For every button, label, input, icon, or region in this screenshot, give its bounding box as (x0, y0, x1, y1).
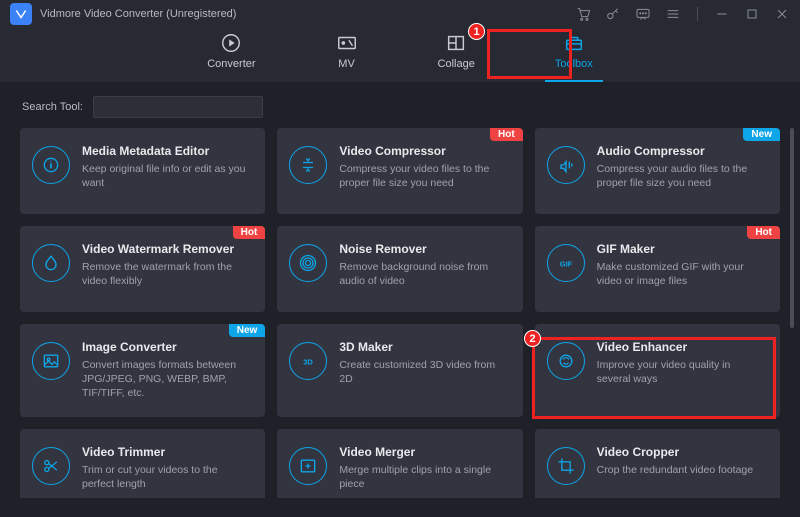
search-input[interactable] (93, 96, 263, 118)
svg-text:GIF: GIF (559, 259, 572, 268)
hot-badge: Hot (233, 226, 266, 239)
tool-title: Video Cropper (597, 445, 766, 459)
tab-converter[interactable]: Converter (197, 28, 265, 76)
tool-card-audio-compress[interactable]: New Audio Compressor Compress your audio… (535, 128, 780, 214)
tool-description: Make customized GIF with your video or i… (597, 260, 766, 288)
svg-text:3D: 3D (304, 357, 314, 366)
tool-description: Merge multiple clips into a single piece (339, 463, 508, 491)
tool-description: Improve your video quality in several wa… (597, 358, 766, 386)
merge-icon (289, 447, 327, 485)
tool-title: Image Converter (82, 340, 251, 354)
tool-card-gif[interactable]: Hot GIF GIF Maker Make customized GIF wi… (535, 226, 780, 312)
tool-card-3d[interactable]: 3D 3D Maker Create customized 3D video f… (277, 324, 522, 417)
tool-description: Compress your video files to the proper … (339, 162, 508, 190)
close-icon[interactable] (774, 6, 790, 22)
tool-description: Crop the redundant video footage (597, 463, 766, 477)
divider (697, 7, 698, 21)
tool-title: Audio Compressor (597, 144, 766, 158)
watermark-icon (32, 244, 70, 282)
image-icon (32, 342, 70, 380)
info-icon (32, 146, 70, 184)
hot-badge: Hot (747, 226, 780, 239)
tool-title: Video Merger (339, 445, 508, 459)
trim-icon (32, 447, 70, 485)
tool-card-watermark[interactable]: Hot Video Watermark Remover Remove the w… (20, 226, 265, 312)
tool-title: Media Metadata Editor (82, 144, 251, 158)
tab-label: MV (338, 58, 355, 70)
tool-title: GIF Maker (597, 242, 766, 256)
tab-collage[interactable]: Collage (428, 28, 485, 76)
tool-card-enhance[interactable]: Video Enhancer Improve your video qualit… (535, 324, 780, 417)
titlebar: Vidmore Video Converter (Unregistered) C… (0, 0, 800, 82)
converter-icon (220, 32, 242, 54)
mv-icon (336, 32, 358, 54)
feedback-icon[interactable] (635, 6, 651, 22)
tool-card-merge[interactable]: Video Merger Merge multiple clips into a… (277, 429, 522, 498)
tab-label: Collage (438, 58, 475, 70)
tool-title: Video Compressor (339, 144, 508, 158)
tool-title: Video Watermark Remover (82, 242, 251, 256)
tool-title: Noise Remover (339, 242, 508, 256)
tool-title: 3D Maker (339, 340, 508, 354)
toolbox-icon (563, 32, 585, 54)
main-nav: Converter MV Collage Toolbox (0, 28, 800, 82)
tool-card-trim[interactable]: Video Trimmer Trim or cut your videos to… (20, 429, 265, 498)
search-bar: Search Tool: (0, 82, 800, 128)
key-icon[interactable] (605, 6, 621, 22)
tool-description: Keep original file info or edit as you w… (82, 162, 251, 190)
tool-card-info[interactable]: Media Metadata Editor Keep original file… (20, 128, 265, 214)
scrollbar[interactable] (790, 128, 794, 328)
new-badge: New (229, 324, 266, 337)
3d-icon: 3D (289, 342, 327, 380)
tab-label: Toolbox (555, 58, 593, 70)
tool-description: Create customized 3D video from 2D (339, 358, 508, 386)
tool-grid: Media Metadata Editor Keep original file… (20, 128, 780, 498)
search-label: Search Tool: (22, 101, 83, 113)
tab-mv[interactable]: MV (326, 28, 368, 76)
tab-label: Converter (207, 58, 255, 70)
compress-icon (289, 146, 327, 184)
new-badge: New (743, 128, 780, 141)
tool-card-image[interactable]: New Image Converter Convert images forma… (20, 324, 265, 417)
tool-description: Trim or cut your videos to the perfect l… (82, 463, 251, 491)
audio-compress-icon (547, 146, 585, 184)
tool-description: Compress your audio files to the proper … (597, 162, 766, 190)
cart-icon[interactable] (575, 6, 591, 22)
tool-card-compress[interactable]: Hot Video Compressor Compress your video… (277, 128, 522, 214)
menu-icon[interactable] (665, 6, 681, 22)
minimize-icon[interactable] (714, 6, 730, 22)
tool-description: Remove background noise from audio of vi… (339, 260, 508, 288)
noise-icon (289, 244, 327, 282)
tool-description: Remove the watermark from the video flex… (82, 260, 251, 288)
tool-card-noise[interactable]: Noise Remover Remove background noise fr… (277, 226, 522, 312)
enhance-icon (547, 342, 585, 380)
app-logo-icon (10, 3, 32, 25)
collage-icon (445, 32, 467, 54)
hot-badge: Hot (490, 128, 523, 141)
tool-card-crop[interactable]: Video Cropper Crop the redundant video f… (535, 429, 780, 498)
tab-toolbox[interactable]: Toolbox (545, 28, 603, 76)
crop-icon (547, 447, 585, 485)
gif-icon: GIF (547, 244, 585, 282)
maximize-icon[interactable] (744, 6, 760, 22)
tool-title: Video Trimmer (82, 445, 251, 459)
app-title: Vidmore Video Converter (Unregistered) (40, 8, 236, 20)
tool-title: Video Enhancer (597, 340, 766, 354)
tool-description: Convert images formats between JPG/JPEG,… (82, 358, 251, 401)
